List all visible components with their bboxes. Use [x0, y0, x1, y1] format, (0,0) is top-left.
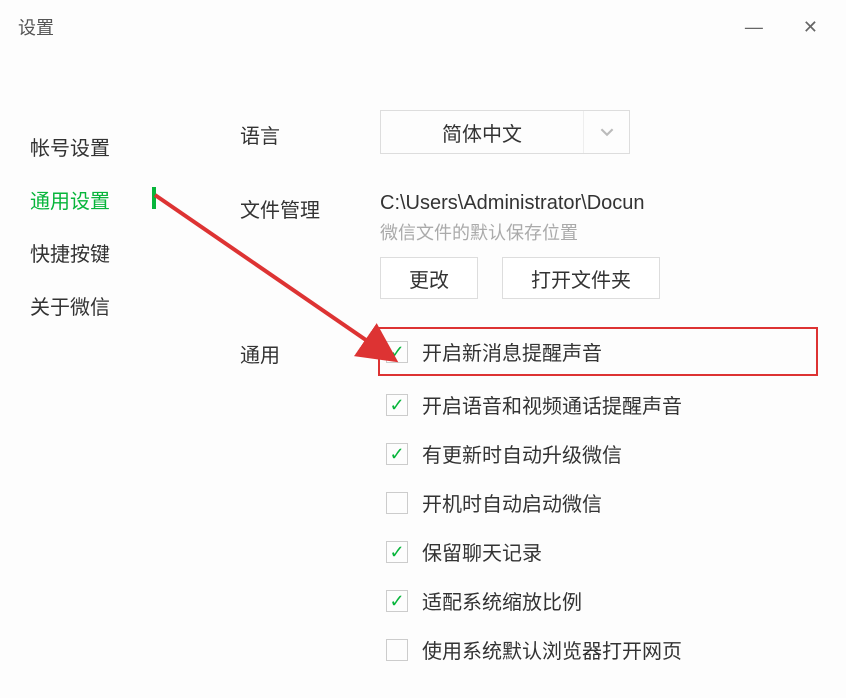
- window-title: 设置: [18, 14, 54, 40]
- sidebar-item-general[interactable]: 通用设置: [30, 173, 170, 226]
- general-label: 通用: [240, 329, 380, 368]
- check-label: 保留聊天记录: [422, 537, 542, 566]
- language-dropdown[interactable]: 简体中文: [380, 110, 630, 154]
- sidebar-item-about[interactable]: 关于微信: [30, 279, 170, 332]
- checkbox-icon: [386, 492, 408, 514]
- general-checklist: 开启新消息提醒声音 开启语音和视频通话提醒声音 有更新时自动升级微信 开机时自动…: [380, 329, 816, 668]
- titlebar: 设置 — ✕: [0, 0, 846, 50]
- check-label: 有更新时自动升级微信: [422, 439, 622, 468]
- check-auto-update[interactable]: 有更新时自动升级微信: [380, 435, 816, 472]
- file-path: C:\Users\Administrator\Docun: [380, 184, 816, 219]
- check-system-browser[interactable]: 使用系统默认浏览器打开网页: [380, 631, 816, 668]
- close-button[interactable]: ✕: [803, 17, 818, 38]
- check-label: 使用系统默认浏览器打开网页: [422, 635, 682, 664]
- check-new-msg-sound[interactable]: 开启新消息提醒声音: [380, 329, 816, 374]
- check-keep-history[interactable]: 保留聊天记录: [380, 533, 816, 570]
- language-value: 简体中文: [381, 111, 583, 153]
- checkbox-icon: [386, 590, 408, 612]
- row-general: 通用 开启新消息提醒声音 开启语音和视频通话提醒声音 有更新时自动升级微信: [240, 329, 816, 668]
- window-controls: — ✕: [745, 17, 828, 38]
- check-label: 开启语音和视频通话提醒声音: [422, 390, 682, 419]
- check-auto-start[interactable]: 开机时自动启动微信: [380, 484, 816, 521]
- sidebar-item-shortcut[interactable]: 快捷按键: [30, 226, 170, 279]
- sidebar: 帐号设置 通用设置 快捷按键 关于微信: [0, 110, 170, 698]
- checkbox-icon: [386, 639, 408, 661]
- sidebar-item-account[interactable]: 帐号设置: [30, 120, 170, 173]
- checkbox-icon: [386, 541, 408, 563]
- checkbox-icon: [386, 443, 408, 465]
- checkbox-icon: [386, 394, 408, 416]
- main-panel: 语言 简体中文 文件管理 C:\Users\Administrator\Docu…: [170, 110, 846, 698]
- check-system-scale[interactable]: 适配系统缩放比例: [380, 582, 816, 619]
- check-voice-video-sound[interactable]: 开启语音和视频通话提醒声音: [380, 386, 816, 423]
- content: 帐号设置 通用设置 快捷按键 关于微信 语言 简体中文 文件管理 C:\User…: [0, 50, 846, 698]
- checkbox-icon: [386, 341, 408, 363]
- check-label: 适配系统缩放比例: [422, 586, 582, 615]
- check-label: 开启新消息提醒声音: [422, 337, 602, 366]
- row-file-manage: 文件管理 C:\Users\Administrator\Docun 微信文件的默…: [240, 184, 816, 299]
- chevron-down-icon: [583, 111, 629, 153]
- file-manage-label: 文件管理: [240, 184, 380, 223]
- language-label: 语言: [240, 110, 380, 149]
- open-folder-button[interactable]: 打开文件夹: [502, 257, 660, 299]
- minimize-button[interactable]: —: [745, 17, 763, 38]
- file-hint: 微信文件的默认保存位置: [380, 219, 816, 257]
- change-button[interactable]: 更改: [380, 257, 478, 299]
- check-label: 开机时自动启动微信: [422, 488, 602, 517]
- row-language: 语言 简体中文: [240, 110, 816, 154]
